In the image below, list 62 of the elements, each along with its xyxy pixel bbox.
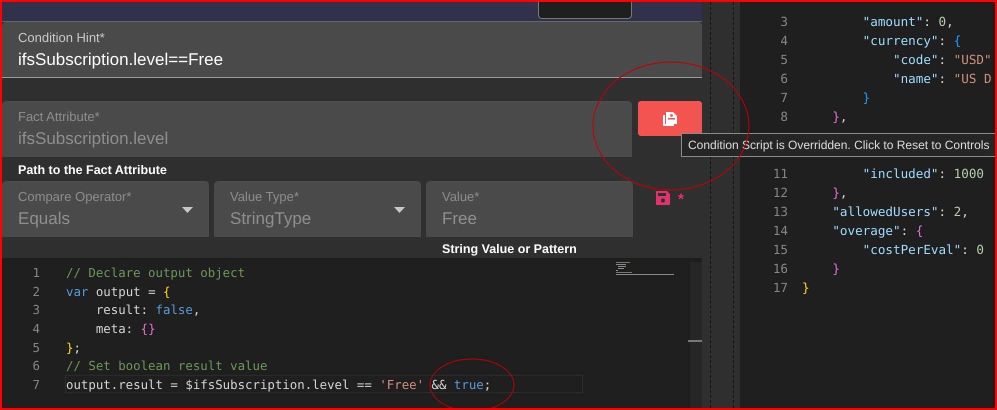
code-line: "amount": 0, bbox=[862, 14, 954, 29]
line-number: 16 bbox=[772, 261, 788, 276]
field-label: Value* bbox=[442, 189, 480, 204]
code-line: } bbox=[802, 280, 810, 295]
code-line: "code": "USD" bbox=[892, 52, 992, 67]
dropdown-caret-icon bbox=[394, 207, 405, 213]
code-line: // Set boolean result value bbox=[65, 357, 268, 375]
field-label: Value Type* bbox=[230, 189, 299, 204]
field-value: StringType bbox=[230, 209, 312, 229]
code-line: "overage": { bbox=[831, 223, 924, 238]
scrollbar[interactable] bbox=[690, 262, 702, 408]
code-line: }; bbox=[65, 338, 82, 356]
line-number: 4 bbox=[32, 320, 40, 336]
line-number: 4 bbox=[779, 33, 788, 48]
field-value: Free bbox=[442, 209, 477, 229]
field-label: Condition Hint* bbox=[18, 30, 105, 45]
code-line: "costPerEval": 0 bbox=[862, 242, 984, 257]
line-number: 14 bbox=[772, 223, 788, 238]
code-line: "included": 1000 bbox=[862, 166, 984, 181]
input-field[interactable]: Condition Hint* ifsSubscription.level==Free bbox=[2, 22, 702, 78]
minimap-drawing bbox=[616, 262, 674, 276]
code-line: "currency": { bbox=[862, 33, 962, 48]
code-line: "name": "US D bbox=[892, 71, 992, 86]
line-number: 5 bbox=[32, 340, 40, 355]
toolbar-button[interactable] bbox=[538, 2, 632, 19]
line-number: 7 bbox=[779, 90, 788, 105]
line-number: 15 bbox=[772, 242, 788, 257]
field-label: Compare Operator* bbox=[18, 189, 132, 204]
line-number: 1 bbox=[32, 264, 40, 280]
line-number: 11 bbox=[772, 166, 788, 181]
unsaved-marker: * bbox=[678, 191, 684, 208]
code-line: } bbox=[862, 90, 870, 105]
code-line: } bbox=[831, 261, 840, 276]
line-number: 3 bbox=[32, 302, 40, 318]
field-value: ifsSubscription.level bbox=[18, 129, 168, 149]
line-number: 8 bbox=[779, 109, 788, 124]
scrollbar-thumb[interactable] bbox=[688, 340, 702, 342]
document-copy-icon bbox=[662, 110, 678, 126]
line-number: 17 bbox=[772, 280, 788, 295]
field-label: Fact Attribute* bbox=[18, 109, 100, 124]
line-number: 5 bbox=[779, 52, 788, 67]
field-value: ifsSubscription.level==Free bbox=[18, 50, 224, 70]
code-line: // Declare output object bbox=[65, 264, 246, 282]
line-number: 7 bbox=[32, 376, 40, 392]
code-line: meta: {} bbox=[94, 320, 157, 338]
save-icon[interactable] bbox=[656, 191, 670, 205]
line-number: 3 bbox=[779, 14, 788, 29]
line-number: 12 bbox=[772, 185, 788, 200]
code-line: var output = { bbox=[65, 282, 172, 300]
line-number: 6 bbox=[779, 71, 788, 86]
code-line: result: false, bbox=[94, 301, 202, 319]
line-number: 13 bbox=[772, 204, 788, 219]
code-line: "allowedUsers": 2, bbox=[831, 204, 969, 219]
line-number: 2 bbox=[32, 284, 40, 299]
helper-text: String Value or Pattern bbox=[442, 242, 578, 256]
helper-text: Path to the Fact Attribute bbox=[18, 163, 168, 177]
reset-script-button[interactable] bbox=[638, 101, 702, 136]
code-line: }, bbox=[831, 185, 848, 200]
line-number: 6 bbox=[32, 358, 40, 374]
field-value: Equals bbox=[18, 209, 70, 229]
dropdown-caret-icon bbox=[182, 207, 193, 213]
code-line: }, bbox=[831, 109, 848, 124]
